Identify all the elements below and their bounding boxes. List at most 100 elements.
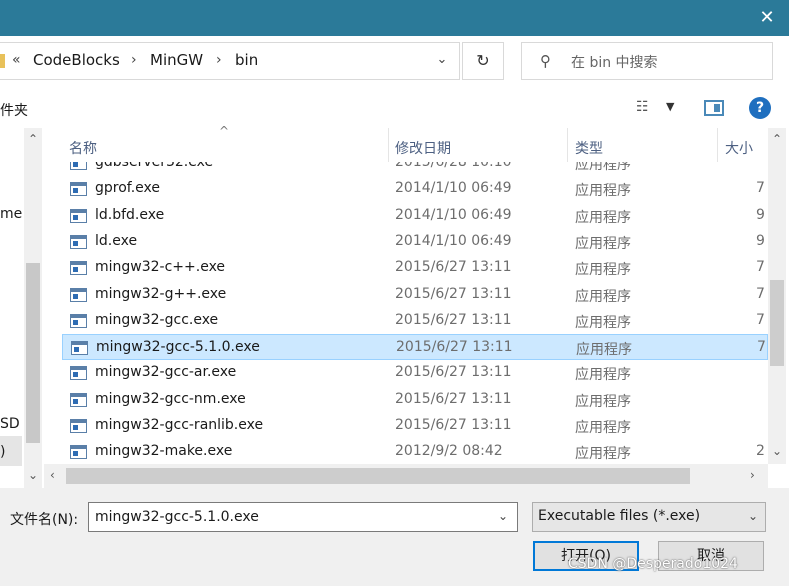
file-name: mingw32-c++.exe [95,259,226,276]
exe-file-icon [70,392,87,407]
file-type: 应用程序 [575,420,631,436]
scroll-left-icon[interactable]: ‹ [50,468,55,482]
file-name: ld.exe [95,232,138,249]
file-type: 应用程序 [575,262,631,279]
view-options-icon[interactable]: ☷ [636,99,656,115]
file-size: 9 [756,232,765,249]
file-date: 2015/6/27 13:11 [395,311,512,328]
file-date: 2015/6/27 13:11 [396,339,513,356]
file-name: mingw32-gcc.exe [95,311,219,328]
view-dropdown-icon[interactable]: ▼ [666,100,674,113]
filename-input[interactable] [88,502,518,532]
nav-scrollbar-thumb[interactable] [26,263,40,443]
breadcrumb-mingw[interactable]: MinGW [150,51,203,69]
breadcrumb-codeblocks[interactable]: CodeBlocks [33,51,120,69]
file-date: 2015/6/27 13:11 [395,285,512,302]
file-row[interactable]: mingw32-gcc-ranlib.exe 2015/6/27 13:11 应用程… [62,413,768,439]
file-row[interactable]: ld.bfd.exe 2014/1/10 06:49 应用程序 9 [62,203,768,229]
preview-pane-icon[interactable] [704,100,724,116]
breadcrumb-bin[interactable]: bin [235,51,258,69]
new-folder-button[interactable]: 件夹 [0,100,28,120]
file-type: 应用程序 [575,209,631,226]
column-header-type[interactable]: 类型 [575,138,603,158]
column-divider[interactable] [717,128,718,162]
scroll-down-icon[interactable]: ⌄ [768,444,786,458]
filetype-value: Executable files (*.exe) [538,508,701,524]
file-row[interactable]: ld.exe 2014/1/10 06:49 应用程序 9 [62,229,768,255]
chevron-down-icon[interactable]: ⌄ [430,52,454,72]
file-date: 2014/1/10 06:49 [395,206,512,223]
watermark: CSDN @Desperado1024 [568,556,738,572]
file-row[interactable]: gprof.exe 2014/1/10 06:49 应用程序 7 [62,176,768,202]
scroll-up-icon[interactable]: ⌃ [768,132,786,146]
exe-file-icon [70,287,87,302]
file-date: 2015/6/27 13:11 [395,417,512,433]
file-type: 应用程序 [576,342,632,359]
file-size: 2 [756,443,765,460]
file-row[interactable]: mingw32-c++.exe 2015/6/27 13:11 应用程序 7 [62,255,768,281]
file-name: mingw32-gcc-ar.exe [95,364,237,381]
file-size: 7 [756,285,765,302]
help-icon[interactable]: ? [749,97,771,119]
file-name: mingw32-make.exe [95,443,233,460]
file-row[interactable]: mingw32-g++.exe 2015/6/27 13:11 应用程序 7 [62,282,768,308]
scroll-right-icon[interactable]: › [750,468,755,482]
search-placeholder: 在 bin 中搜索 [571,55,658,71]
filename-label: 文件名(N): [10,512,79,528]
close-button[interactable]: ✕ [755,6,779,30]
file-row[interactable]: mingw32-gcc-5.1.0.exe 2015/6/27 13:11 应用程序… [62,334,768,361]
search-icon: ⚲ [540,52,551,70]
file-row[interactable]: mingw32-gcc.exe 2015/6/27 13:11 应用程序 7 [62,308,768,334]
file-date: 2015/6/27 13:11 [395,390,512,407]
crumb-overflow-icon[interactable]: « [12,52,21,68]
exe-file-icon [70,182,87,197]
file-type: 应用程序 [575,446,631,463]
chevron-down-icon[interactable]: ⌄ [748,509,758,523]
file-size: 7 [756,180,765,197]
nav-item-fragment[interactable]: ) [0,444,5,460]
file-date: 2015/6/27 13:11 [395,364,512,381]
scroll-up-icon[interactable]: ⌃ [24,132,42,146]
exe-file-icon [70,261,87,276]
exe-file-icon [70,445,87,460]
file-name: mingw32-gcc-5.1.0.exe [96,339,260,356]
file-list-hscroll-thumb[interactable] [66,468,690,484]
file-date: 2014/1/10 06:49 [395,232,512,249]
nav-item-fragment[interactable]: me [0,206,22,222]
exe-file-icon [70,234,87,249]
chevron-right-icon[interactable]: › [131,52,137,68]
file-date: 2015/6/27 13:11 [395,259,512,276]
file-row[interactable]: mingw32-gcc-nm.exe 2015/6/27 13:11 应用程序 [62,387,768,413]
column-divider[interactable] [567,128,568,162]
file-size: 7 [756,311,765,328]
file-type: 应用程序 [575,367,631,384]
exe-file-icon [70,366,87,381]
file-type: 应用程序 [575,314,631,331]
file-list-vscroll-thumb[interactable] [770,280,784,366]
nav-item-fragment[interactable]: SD [0,416,20,432]
file-name: mingw32-g++.exe [95,285,227,302]
column-header-name[interactable]: 名称 [69,138,97,158]
column-divider[interactable] [388,128,389,162]
file-name: ld.bfd.exe [95,206,165,223]
file-type: 应用程序 [575,393,631,410]
file-list[interactable]: gdbserver32.exe 2015/6/28 10:10 应用程序 gprof.… [44,128,768,464]
file-type: 应用程序 [575,183,631,200]
exe-file-icon [70,313,87,328]
file-name: mingw32-gcc-ranlib.exe [95,417,264,433]
file-date: 2012/9/2 08:42 [395,443,503,460]
file-row[interactable]: mingw32-gcc-ar.exe 2015/6/27 13:11 应用程序 [62,360,768,386]
column-header-date[interactable]: 修改日期 [395,138,451,158]
refresh-button[interactable]: ↻ [462,42,504,80]
exe-file-icon [70,419,87,433]
close-icon: ✕ [759,7,775,28]
file-size: 7 [757,339,766,356]
scroll-down-icon[interactable]: ⌄ [24,468,42,482]
file-type: 应用程序 [575,288,631,305]
chevron-right-icon[interactable]: › [216,52,222,68]
chevron-down-icon[interactable]: ⌄ [498,509,508,523]
folder-icon [0,54,5,68]
file-row[interactable]: mingw32-make.exe 2012/9/2 08:42 应用程序 2 [62,439,768,464]
column-header-size[interactable]: 大小 [725,138,753,158]
file-type: 应用程序 [575,235,631,252]
